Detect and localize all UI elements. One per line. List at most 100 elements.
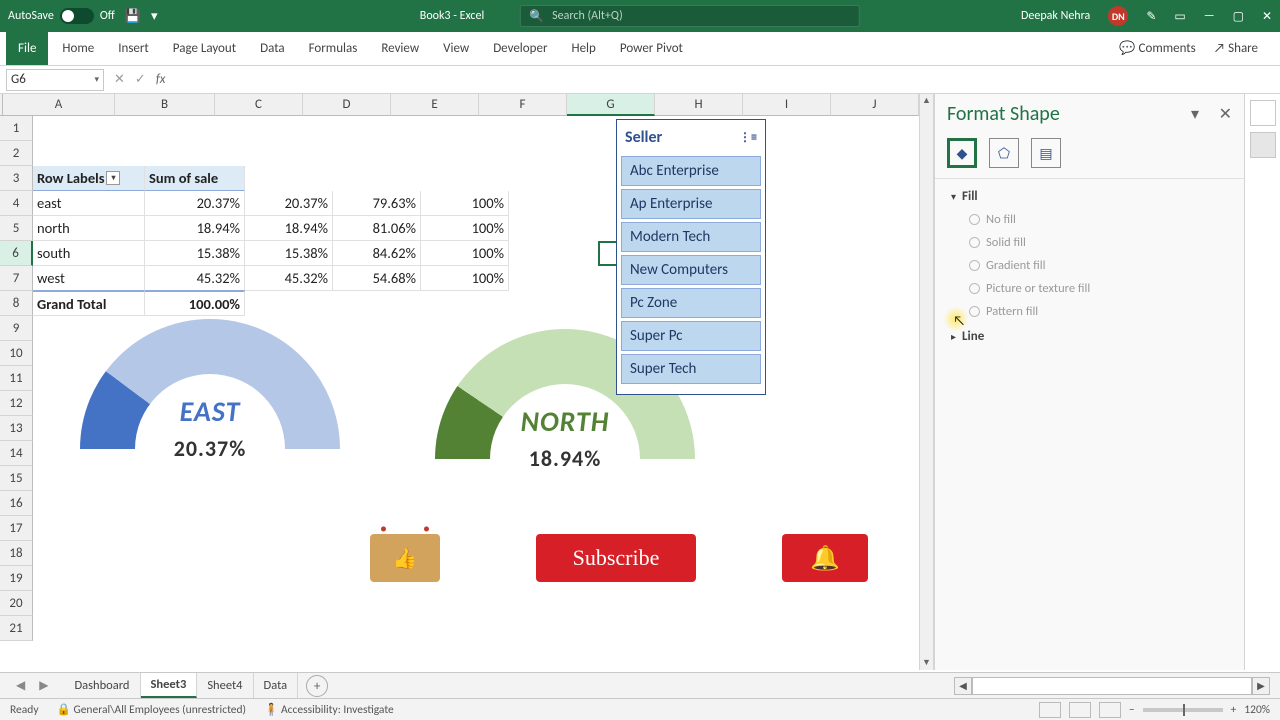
tab-home[interactable]: Home bbox=[50, 32, 106, 65]
fill-option-no-fill[interactable]: No fill bbox=[969, 212, 1228, 227]
prev-sheet-icon[interactable]: ◀ bbox=[16, 678, 25, 693]
pen-icon[interactable]: ✎ bbox=[1146, 9, 1156, 24]
row-header[interactable]: 18 bbox=[0, 541, 33, 566]
toggle-switch-icon[interactable] bbox=[60, 8, 94, 24]
row-header[interactable]: 9 bbox=[0, 316, 33, 341]
page-break-view-icon[interactable] bbox=[1099, 702, 1121, 718]
status-sensitivity[interactable]: 🔒 General\All Employees (unrestricted) bbox=[57, 702, 247, 717]
ribbon-mode-icon[interactable]: ▭ bbox=[1174, 9, 1185, 24]
tab-page-layout[interactable]: Page Layout bbox=[161, 32, 248, 65]
slicer-seller[interactable]: Seller ⋮≡ Abc Enterprise Ap Enterprise M… bbox=[616, 119, 766, 395]
minimize-icon[interactable]: — bbox=[1204, 9, 1215, 23]
row-header[interactable]: 10 bbox=[0, 341, 33, 366]
close-pane-icon[interactable]: ✕ bbox=[1219, 105, 1232, 124]
zoom-out-icon[interactable]: − bbox=[1129, 703, 1135, 717]
next-sheet-icon[interactable]: ▶ bbox=[39, 678, 48, 693]
chevron-down-icon[interactable]: ▾ bbox=[1191, 105, 1199, 124]
tab-file[interactable]: File bbox=[6, 32, 48, 65]
tab-power-pivot[interactable]: Power Pivot bbox=[608, 32, 695, 65]
col-header[interactable]: F bbox=[479, 94, 567, 116]
close-icon[interactable]: ✕ bbox=[1262, 9, 1272, 24]
row-header[interactable]: 17 bbox=[0, 516, 33, 541]
fill-option-gradient[interactable]: Gradient fill bbox=[969, 258, 1228, 273]
row-header[interactable]: 3 bbox=[0, 166, 33, 191]
sheet-tab-data[interactable]: Data bbox=[254, 673, 299, 698]
gauge-chart-east[interactable]: EAST 20.37% bbox=[60, 309, 360, 499]
row-header[interactable]: 16 bbox=[0, 491, 33, 516]
col-header[interactable]: D bbox=[303, 94, 391, 116]
row-header[interactable]: 11 bbox=[0, 366, 33, 391]
fill-section-toggle[interactable]: ▾ Fill bbox=[951, 189, 1228, 204]
row-header[interactable]: 6 bbox=[0, 241, 33, 266]
format-pane-icon[interactable] bbox=[1250, 132, 1276, 158]
sheet-tab-sheet3[interactable]: Sheet3 bbox=[141, 673, 198, 698]
scroll-down-icon[interactable]: ▼ bbox=[920, 656, 933, 670]
row-header[interactable]: 19 bbox=[0, 566, 33, 591]
undo-icon[interactable]: ▾ bbox=[151, 9, 158, 24]
normal-view-icon[interactable] bbox=[1039, 702, 1061, 718]
tab-insert[interactable]: Insert bbox=[106, 32, 161, 65]
save-icon[interactable]: 💾 bbox=[125, 9, 141, 24]
col-header[interactable]: I bbox=[743, 94, 831, 116]
line-section-toggle[interactable]: ▸ Line bbox=[951, 329, 1228, 344]
accept-formula-icon[interactable]: ✓ bbox=[135, 72, 146, 87]
tab-developer[interactable]: Developer bbox=[481, 32, 559, 65]
slicer-item[interactable]: Abc Enterprise bbox=[621, 156, 761, 186]
scroll-left-icon[interactable]: ◀ bbox=[954, 677, 972, 695]
row-header[interactable]: 21 bbox=[0, 616, 33, 641]
tab-help[interactable]: Help bbox=[559, 32, 607, 65]
subscribe-shape[interactable]: Subscribe bbox=[536, 534, 696, 582]
name-box[interactable]: G6▾ bbox=[6, 69, 104, 91]
status-accessibility[interactable]: 🧍 Accessibility: Investigate bbox=[264, 702, 394, 717]
row-header[interactable]: 4 bbox=[0, 191, 33, 216]
slicer-item[interactable]: New Computers bbox=[621, 255, 761, 285]
autosave-toggle[interactable]: AutoSave Off bbox=[8, 8, 115, 24]
add-sheet-button[interactable]: + bbox=[306, 675, 328, 697]
comments-button[interactable]: 💬 Comments bbox=[1119, 41, 1195, 56]
worksheet-area[interactable]: A B C D E F G H I J 1 2 3 4 5 6 7 8 9 10… bbox=[0, 94, 934, 670]
fill-option-pattern[interactable]: Pattern fill bbox=[969, 304, 1228, 319]
fill-option-picture[interactable]: Picture or texture fill bbox=[969, 281, 1228, 296]
maximize-icon[interactable]: ▢ bbox=[1233, 9, 1244, 24]
row-header[interactable]: 8 bbox=[0, 291, 33, 316]
formula-input[interactable] bbox=[171, 69, 1280, 91]
page-layout-view-icon[interactable] bbox=[1069, 702, 1091, 718]
zoom-in-icon[interactable]: + bbox=[1231, 703, 1237, 717]
row-header[interactable]: 12 bbox=[0, 391, 33, 416]
multi-select-icon[interactable]: ⋮≡ bbox=[739, 130, 757, 145]
effects-tab-icon[interactable]: ⬠ bbox=[989, 138, 1019, 168]
size-tab-icon[interactable]: ▤ bbox=[1031, 138, 1061, 168]
horizontal-scrollbar[interactable]: ◀ ▶ bbox=[954, 673, 1280, 698]
scroll-up-icon[interactable]: ▲ bbox=[920, 94, 933, 108]
col-header[interactable]: E bbox=[391, 94, 479, 116]
vertical-scrollbar[interactable]: ▲ ▼ bbox=[919, 94, 933, 670]
slicer-item[interactable]: Ap Enterprise bbox=[621, 189, 761, 219]
col-header[interactable]: G bbox=[567, 94, 655, 116]
fill-line-tab-icon[interactable]: ◆ bbox=[947, 138, 977, 168]
select-all-corner[interactable] bbox=[0, 94, 3, 116]
fill-option-solid[interactable]: Solid fill bbox=[969, 235, 1228, 250]
row-header[interactable]: 15 bbox=[0, 466, 33, 491]
slicer-item[interactable]: Super Tech bbox=[621, 354, 761, 384]
fx-icon[interactable]: fx bbox=[156, 72, 166, 87]
scroll-right-icon[interactable]: ▶ bbox=[1252, 677, 1270, 695]
sheet-tab-sheet4[interactable]: Sheet4 bbox=[197, 673, 253, 698]
slicer-item[interactable]: Super Pc bbox=[621, 321, 761, 351]
like-shape[interactable]: 👍 bbox=[370, 534, 440, 582]
zoom-slider[interactable] bbox=[1143, 708, 1223, 712]
slicer-item[interactable]: Modern Tech bbox=[621, 222, 761, 252]
share-button[interactable]: ↗ Share bbox=[1214, 41, 1258, 56]
tab-view[interactable]: View bbox=[431, 32, 481, 65]
row-header[interactable]: 20 bbox=[0, 591, 33, 616]
row-header[interactable]: 1 bbox=[0, 116, 33, 141]
row-header[interactable]: 14 bbox=[0, 441, 33, 466]
row-header[interactable]: 13 bbox=[0, 416, 33, 441]
sheet-tab-dashboard[interactable]: Dashboard bbox=[64, 673, 140, 698]
col-header[interactable]: C bbox=[215, 94, 303, 116]
tab-review[interactable]: Review bbox=[369, 32, 431, 65]
row-header[interactable]: 7 bbox=[0, 266, 33, 291]
bell-shape[interactable]: 🔔 bbox=[782, 534, 868, 582]
user-avatar[interactable]: DN bbox=[1108, 6, 1128, 26]
cancel-formula-icon[interactable]: ✕ bbox=[114, 72, 125, 87]
search-box[interactable]: 🔍 Search (Alt+Q) bbox=[520, 5, 860, 27]
